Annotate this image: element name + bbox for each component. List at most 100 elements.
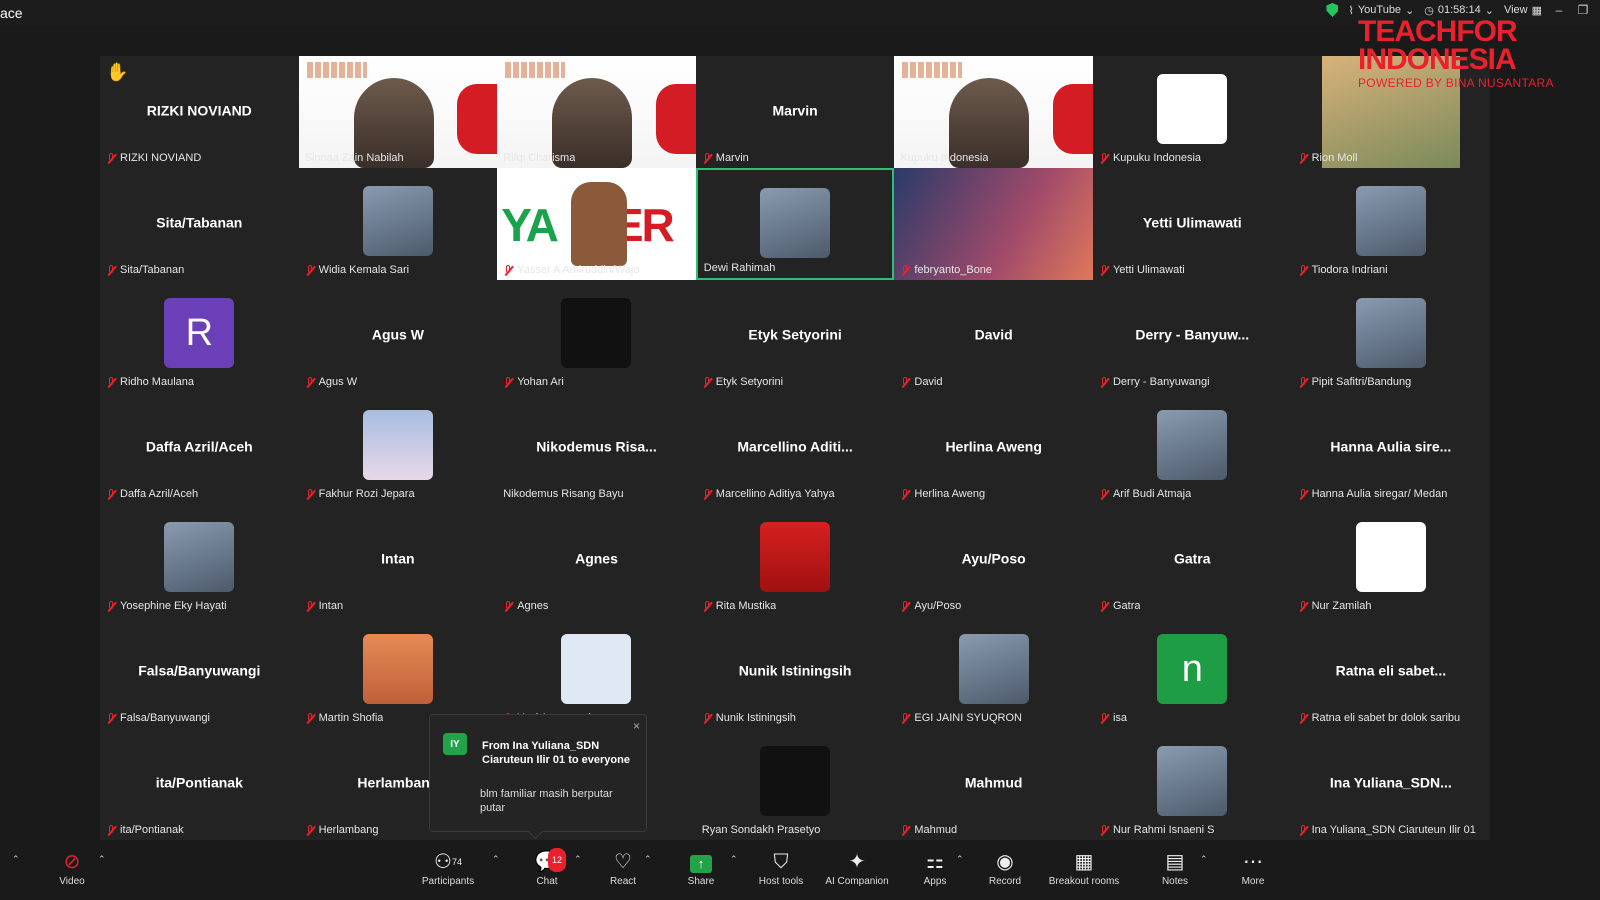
participant-tile[interactable]: Yohan Ari: [497, 280, 696, 392]
participant-tile[interactable]: Yeni Anggraeni: [497, 616, 696, 728]
security-shield[interactable]: [1326, 3, 1339, 17]
participant-tile[interactable]: Hanna Aulia sire... Hanna Aulia siregar/ …: [1291, 392, 1491, 504]
apps-button[interactable]: ⚏ Apps: [920, 850, 950, 887]
mic-muted-icon: [900, 712, 910, 724]
ai-companion-button[interactable]: ✦ AI Companion: [822, 850, 892, 887]
participant-tile[interactable]: Sinnaa Zain Nabilah: [298, 56, 498, 168]
minimize-button[interactable]: –: [1552, 3, 1566, 17]
participant-tile[interactable]: Nur Zamilah: [1291, 504, 1491, 616]
participant-name-label: Pipit Safitri/Bandung: [1298, 376, 1411, 388]
notes-caret[interactable]: ⌃: [1200, 854, 1208, 865]
participant-display-name: Nunik Istiningsih: [738, 662, 852, 679]
participant-tile[interactable]: David David: [894, 280, 1093, 392]
participant-name-label: Hanna Aulia siregar/ Medan: [1298, 488, 1447, 500]
participant-name-label: Ryan Sondakh Prasetyo: [702, 824, 821, 836]
participant-tile[interactable]: Gatra Gatra: [1092, 504, 1292, 616]
mic-muted-icon: [1099, 712, 1109, 724]
chat-button[interactable]: 💬 12 Chat: [532, 848, 567, 887]
breakout-rooms-button[interactable]: ▦ Breakout rooms: [1046, 850, 1122, 887]
participant-tile[interactable]: Nikodemus Risa... Nikodemus Risang Bayu: [497, 392, 696, 504]
participant-tile[interactable]: Etyk Setyorini Etyk Setyorini: [695, 280, 895, 392]
raised-hand-icon: ✋: [106, 62, 129, 82]
character-avatar: [571, 182, 628, 266]
react-button[interactable]: ♡ React: [608, 850, 638, 887]
mic-muted-icon: [503, 264, 513, 276]
restore-button[interactable]: ❐: [1576, 3, 1590, 17]
participant-name-label: RIZKI NOVIAND: [106, 152, 201, 164]
participant-tile[interactable]: RIZKI NOVIAND ✋ RIZKI NOVIAND: [100, 56, 299, 168]
participant-name: Rita Mustika: [715, 600, 777, 612]
participant-tile[interactable]: Dewi Rahimah: [695, 168, 895, 280]
participant-display-name: RIZKI NOVIAND: [146, 102, 252, 119]
participant-tile[interactable]: Nur Rahmi Isnaeni S: [1092, 728, 1292, 840]
participant-tile[interactable]: Agus W Agus W: [298, 280, 498, 392]
participant-tile[interactable]: Rita Mustika: [695, 504, 895, 616]
participant-display-name: Nikodemus Risa...: [536, 438, 657, 455]
participant-tile[interactable]: Fakhur Rozi Jepara: [298, 392, 498, 504]
video-options-caret[interactable]: ⌃: [98, 854, 106, 865]
chat-sender: From Ina Yuliana_SDN Ciaruteun Ilir 01 t…: [482, 740, 630, 766]
participant-tile[interactable]: Yetti Ulimawati Yetti Ulimawati: [1092, 168, 1292, 280]
participant-name-label: Yetti Ulimawati: [1099, 264, 1185, 276]
participant-tile[interactable]: Daffa Azril/Aceh Daffa Azril/Aceh: [100, 392, 299, 504]
participant-tile[interactable]: Nunik Istiningsih Nunik Istiningsih: [695, 616, 895, 728]
participant-tile[interactable]: YA ER Yasser A Amiruddin/Wajo: [497, 168, 696, 280]
mic-muted-icon: [503, 600, 513, 612]
participant-tile[interactable]: Arif Budi Atmaja: [1092, 392, 1292, 504]
participant-tile[interactable]: EGI JAINI SYUQRON: [894, 616, 1093, 728]
participant-tile[interactable]: Kupuku Indonesia: [894, 56, 1093, 168]
participant-display-name: Ayu/Poso: [961, 550, 1026, 567]
participant-tile[interactable]: Herlina Aweng Herlina Aweng: [894, 392, 1093, 504]
share-caret[interactable]: ⌃: [730, 854, 738, 865]
participant-tile[interactable]: febryanto_Bone: [894, 168, 1093, 280]
participants-button[interactable]: ⚇74 Participants: [418, 850, 478, 887]
participant-tile[interactable]: R Ridho Maulana: [100, 280, 299, 392]
participant-tile[interactable]: Tiodora Indriani: [1291, 168, 1491, 280]
participant-tile[interactable]: Ratna eli sabet... Ratna eli sabet br dol…: [1291, 616, 1491, 728]
participant-avatar: R: [164, 298, 235, 368]
participant-display-name: David: [974, 326, 1013, 343]
more-button[interactable]: ⋯ More: [1238, 850, 1268, 887]
participant-avatar: [362, 634, 433, 704]
participant-tile[interactable]: Ina Yuliana_SDN... Ina Yuliana_SDN Ciarut…: [1291, 728, 1491, 840]
participant-tile[interactable]: Derry - Banyuw... Derry - Banyuwangi: [1092, 280, 1292, 392]
participant-display-name: Daffa Azril/Aceh: [145, 438, 253, 455]
chat-notification[interactable]: IY From Ina Yuliana_SDN Ciaruteun Ilir 0…: [429, 714, 647, 840]
participant-tile[interactable]: Widia Kemala Sari: [298, 168, 498, 280]
chat-caret[interactable]: ⌃: [574, 854, 582, 865]
audio-options-caret[interactable]: ⌃: [12, 854, 20, 865]
participant-tile[interactable]: Ayu/Poso Ayu/Poso: [894, 504, 1093, 616]
participant-tile[interactable]: Falsa/Banyuwangi Falsa/Banyuwangi: [100, 616, 299, 728]
host-tools-button[interactable]: ⛉ Host tools: [756, 850, 806, 887]
share-button[interactable]: ↑ Share: [686, 850, 716, 887]
record-button[interactable]: ◉ Record: [988, 850, 1022, 887]
notes-button[interactable]: ▤ Notes: [1160, 850, 1190, 887]
react-caret[interactable]: ⌃: [644, 854, 652, 865]
apps-caret[interactable]: ⌃: [956, 854, 964, 865]
participant-tile[interactable]: Intan Intan: [298, 504, 498, 616]
participants-caret[interactable]: ⌃: [492, 854, 500, 865]
participant-tile[interactable]: Rifqi Charisma: [497, 56, 696, 168]
participant-tile[interactable]: Marvin Marvin: [695, 56, 895, 168]
participant-name: Rifqi Charisma: [503, 152, 576, 164]
participant-tile[interactable]: Yosephine Eky Hayati: [100, 504, 299, 616]
participant-display-name: Intan: [381, 550, 415, 567]
close-icon[interactable]: ×: [633, 719, 640, 733]
participant-tile[interactable]: Agnes Agnes: [497, 504, 696, 616]
video-button[interactable]: ⊘ Video: [52, 850, 92, 887]
record-label: Record: [988, 876, 1022, 887]
participant-avatar: [1355, 186, 1426, 256]
participant-tile[interactable]: Ryan Sondakh Prasetyo: [695, 728, 895, 840]
participant-tile[interactable]: Pipit Safitri/Bandung: [1291, 280, 1491, 392]
participant-tile[interactable]: Sita/Tabanan Sita/Tabanan: [100, 168, 299, 280]
participant-tile[interactable]: ita/Pontianak ita/Pontianak: [100, 728, 299, 840]
participant-name: Nunik Istiningsih: [715, 712, 796, 724]
participant-name-label: Sita/Tabanan: [106, 264, 184, 276]
participant-tile[interactable]: Mahmud Mahmud: [894, 728, 1093, 840]
participant-tile[interactable]: Martin Shofia: [298, 616, 498, 728]
participant-name-label: Arif Budi Atmaja: [1099, 488, 1191, 500]
participant-tile[interactable]: Kupuku Indonesia: [1092, 56, 1292, 168]
participant-tile[interactable]: Marcellino Aditi... Marcellino Aditiya Ya…: [695, 392, 895, 504]
participant-tile[interactable]: n isa: [1092, 616, 1292, 728]
notes-icon: ▤: [1165, 851, 1185, 873]
